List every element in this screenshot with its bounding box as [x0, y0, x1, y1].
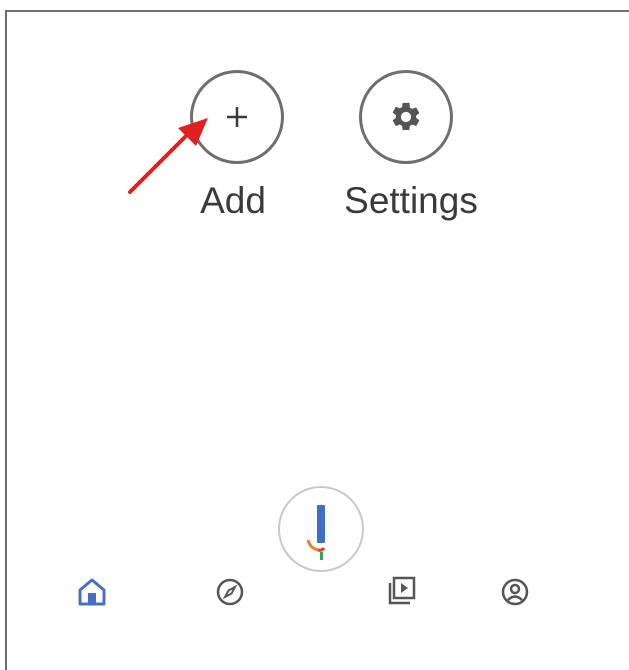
red-arrow-pointer — [128, 118, 208, 194]
compass-icon — [216, 578, 244, 606]
assistant-icon — [306, 505, 326, 560]
nav-explore[interactable] — [210, 572, 250, 612]
assistant-button[interactable] — [278, 486, 364, 572]
settings-label: Settings — [344, 180, 478, 221]
settings-button[interactable] — [359, 70, 453, 164]
gear-icon — [392, 102, 420, 131]
home-icon — [78, 578, 106, 606]
nav-account[interactable] — [495, 572, 535, 612]
nav-video-library[interactable] — [381, 571, 421, 611]
account-icon — [501, 578, 529, 606]
video-library-icon — [388, 576, 416, 605]
nav-home[interactable] — [72, 572, 112, 612]
plus-icon — [227, 107, 247, 127]
